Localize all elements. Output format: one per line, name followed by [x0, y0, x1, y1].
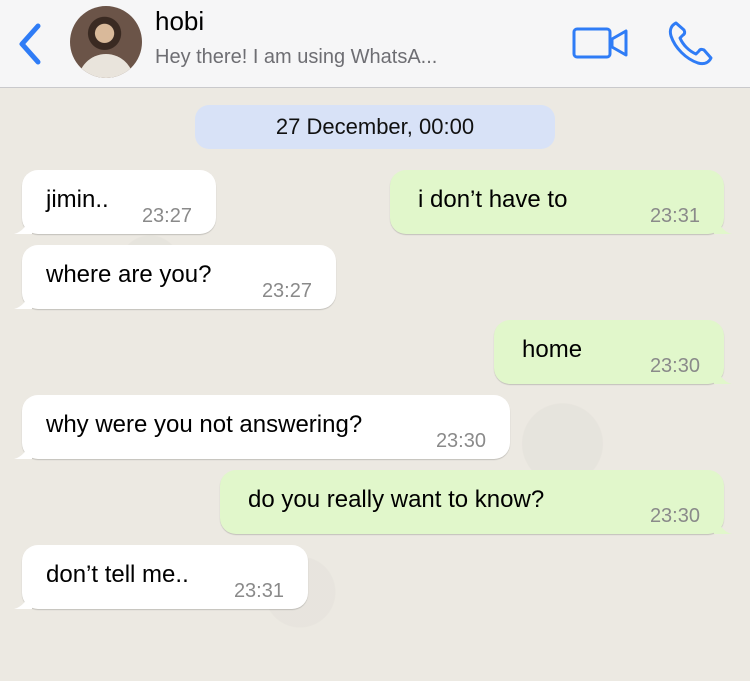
message-time: 23:31: [233, 580, 284, 602]
message-time: 23:27: [141, 205, 192, 227]
bubble-tail: [714, 366, 732, 384]
message-time: 23:30: [435, 430, 486, 452]
message-bubble-incoming[interactable]: don’t tell me.. 23:31: [14, 545, 308, 609]
voice-call-button[interactable]: [666, 18, 716, 68]
chevron-left-icon: [19, 23, 41, 65]
contact-status: Hey there! I am using WhatsA...: [155, 46, 438, 68]
message-bubble-outgoing[interactable]: i don’t have to 23:31: [390, 170, 732, 234]
message-bubble-incoming[interactable]: jimin.. 23:27: [14, 170, 216, 234]
message-bubble-incoming[interactable]: why were you not answering? 23:30: [14, 395, 510, 459]
message-text: do you really want to know?: [248, 486, 545, 513]
bubble-tail: [14, 441, 32, 459]
video-camera-icon: [572, 27, 628, 59]
message-text: jimin..: [46, 186, 109, 213]
bubble-tail: [714, 516, 732, 534]
message-text: i don’t have to: [418, 186, 568, 213]
avatar[interactable]: [70, 6, 142, 78]
message-text: don’t tell me..: [46, 561, 189, 588]
message-time: 23:30: [649, 355, 700, 377]
message-text: why were you not answering?: [46, 411, 363, 438]
message-time: 23:27: [261, 280, 312, 302]
message-bubble-incoming[interactable]: where are you? 23:27: [14, 245, 336, 309]
contact-name[interactable]: hobi: [155, 6, 204, 37]
message-time: 23:31: [649, 205, 700, 227]
message-bubble-outgoing[interactable]: home 23:30: [494, 320, 732, 384]
video-call-button[interactable]: [572, 26, 628, 60]
date-separator: 27 December, 00:00: [195, 105, 555, 149]
chat-header: hobi Hey there! I am using WhatsA...: [0, 0, 750, 88]
back-button[interactable]: [14, 22, 46, 66]
message-text: where are you?: [46, 261, 212, 288]
bubble-tail: [14, 291, 32, 309]
message-bubble-outgoing[interactable]: do you really want to know? 23:30: [220, 470, 732, 534]
message-time: 23:30: [649, 505, 700, 527]
bubble-tail: [14, 216, 32, 234]
message-text: home: [522, 336, 583, 363]
bubble-tail: [14, 591, 32, 609]
bubble-tail: [714, 216, 732, 234]
phone-icon: [668, 21, 713, 66]
